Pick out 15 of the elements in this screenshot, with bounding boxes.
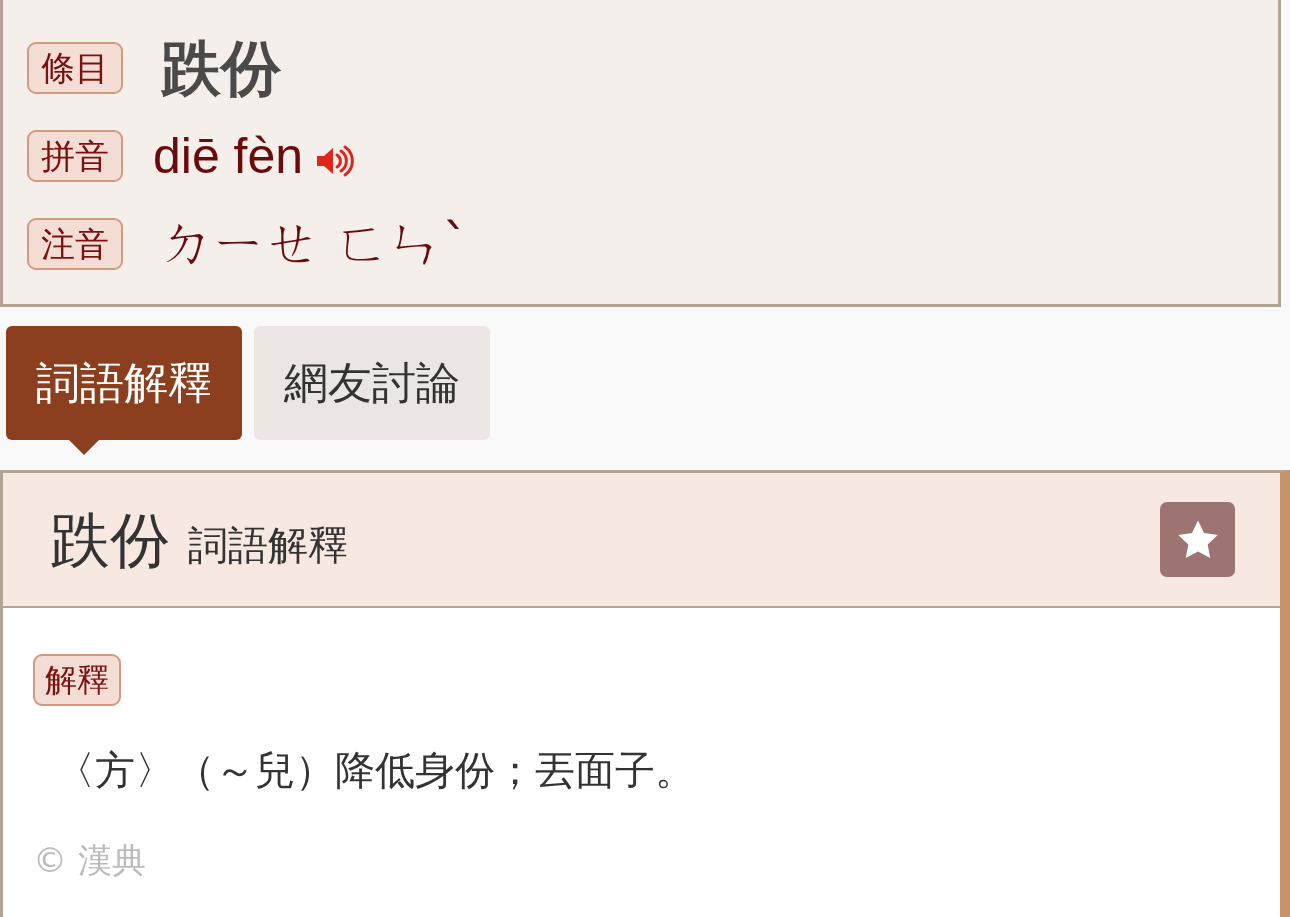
speaker-icon[interactable] — [315, 144, 356, 178]
definition-text: 〈方〉（～兒）降低身份；丟面子。 — [55, 746, 695, 795]
pinyin-text: diē fèn — [153, 128, 304, 184]
copyright-text: © 漢典 — [33, 840, 146, 881]
tab[interactable]: 網友討論 — [254, 326, 490, 440]
headword: 跌份 — [161, 35, 281, 101]
field-label: 注音 — [27, 218, 123, 270]
panel-title: 跌份 — [50, 506, 170, 573]
zhuyin-text: ㄉㄧㄝ ㄈㄣˋ — [161, 215, 469, 273]
field-label: 拼音 — [27, 130, 123, 182]
section-label: 解釋 — [33, 654, 121, 706]
panel-subtitle: 詞語解釋 — [188, 522, 348, 567]
field-label: 條目 — [27, 42, 123, 94]
favorite-button[interactable] — [1160, 502, 1235, 577]
tab-pointer-icon — [69, 440, 99, 455]
